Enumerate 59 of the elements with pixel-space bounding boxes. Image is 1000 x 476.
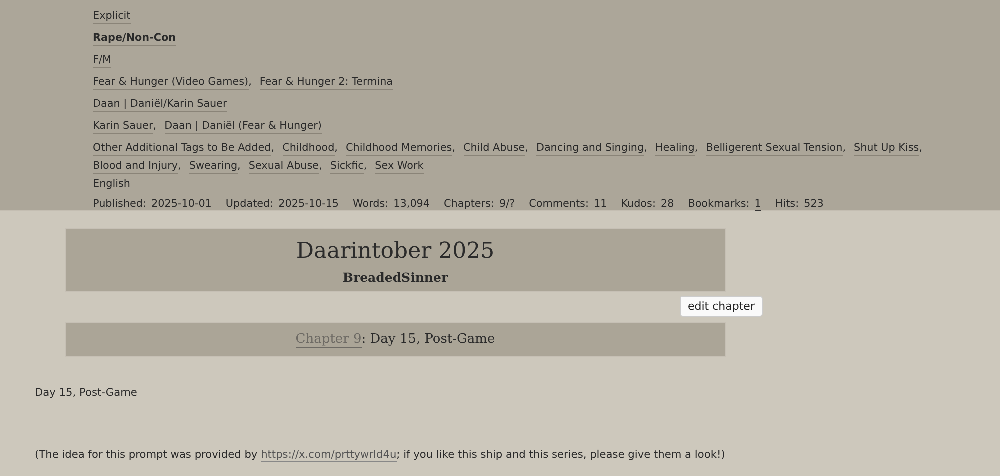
tag-link[interactable]: F/M xyxy=(93,54,112,68)
comma: , xyxy=(842,142,846,156)
stat-value: 9/? xyxy=(500,198,516,211)
stat-value: 2025-10-15 xyxy=(278,198,340,211)
stat-label: Published: xyxy=(93,198,147,211)
comma: , xyxy=(452,142,456,156)
tag-link[interactable]: Sex Work xyxy=(375,160,424,174)
tag-link[interactable]: Swearing xyxy=(189,160,238,174)
tag-link[interactable]: Daan | Daniël/Karin Sauer xyxy=(93,98,228,112)
stat-link[interactable]: 1 xyxy=(754,198,762,211)
paragraph: (The idea for this prompt was provided by https://x.com/prttywrld4u; if you like this ship and this series, please give them a look!) xyxy=(35,448,726,462)
chapter-heading-text: Day 15, Post-Game xyxy=(35,386,138,400)
stat-label: Comments: xyxy=(529,198,589,211)
tag-link[interactable]: Other Additional Tags to Be Added xyxy=(93,142,272,156)
tag-link[interactable]: Childhood Memories xyxy=(346,142,452,156)
tag-link[interactable]: Healing xyxy=(655,142,695,156)
stat-label: Kudos: xyxy=(621,198,656,211)
edit-chapter-button[interactable]: edit chapter xyxy=(680,296,763,317)
tag-link[interactable]: Sexual Abuse xyxy=(248,160,320,174)
comma: , xyxy=(364,160,368,174)
stat-value: 523 xyxy=(804,198,824,211)
stat-label: Updated: xyxy=(226,198,274,211)
tag-link[interactable]: Dancing and Singing xyxy=(536,142,644,156)
tag-link[interactable]: Childhood xyxy=(282,142,335,156)
comma: , xyxy=(694,142,698,156)
tag-link[interactable]: Sickfic xyxy=(330,160,364,174)
stat-label: Words: xyxy=(353,198,389,211)
tag-link[interactable]: Karin Sauer xyxy=(93,120,154,134)
tag-link[interactable]: Explicit xyxy=(93,10,131,24)
comma: , xyxy=(644,142,648,156)
tag-link[interactable]: Fear & Hunger (Video Games) xyxy=(93,76,249,90)
stat-value: 28 xyxy=(660,198,674,211)
comma: , xyxy=(334,142,338,156)
stat-label: Chapters: xyxy=(444,198,494,211)
chapter-title: : Day 15, Post-Game xyxy=(362,332,496,347)
comma: , xyxy=(178,160,182,174)
stat-label: Hits: xyxy=(775,198,800,211)
comma: , xyxy=(919,142,922,156)
work-title: Daarintober 2025 xyxy=(296,239,495,264)
stat-value: 11 xyxy=(594,198,608,211)
tag-link[interactable]: Fear & Hunger 2: Termina xyxy=(260,76,394,90)
tag-link[interactable]: Rape/Non-Con xyxy=(93,32,176,46)
author-name: BreadedSinner xyxy=(342,270,448,285)
tag-link[interactable]: Daan | Daniël (Fear & Hunger) xyxy=(164,120,322,134)
comma: , xyxy=(319,160,322,174)
url-link[interactable]: https://x.com/prttywrld4u xyxy=(261,449,397,462)
comma: , xyxy=(271,142,275,156)
comma: , xyxy=(153,120,157,134)
stat-value: 2025-10-01 xyxy=(152,198,212,211)
language: English xyxy=(93,178,131,191)
tag-link[interactable]: Belligerent Sexual Tension xyxy=(706,142,843,156)
tag-link[interactable]: Blood and Injury xyxy=(93,160,178,174)
tag-link[interactable]: Shut Up Kiss xyxy=(854,142,920,156)
stat-label: Bookmarks: xyxy=(688,198,750,211)
comma: , xyxy=(525,142,528,156)
tag-link[interactable]: Child Abuse xyxy=(464,142,526,156)
comma: , xyxy=(238,160,241,174)
comma: , xyxy=(248,76,252,90)
stat-value: 13,094 xyxy=(394,198,430,211)
